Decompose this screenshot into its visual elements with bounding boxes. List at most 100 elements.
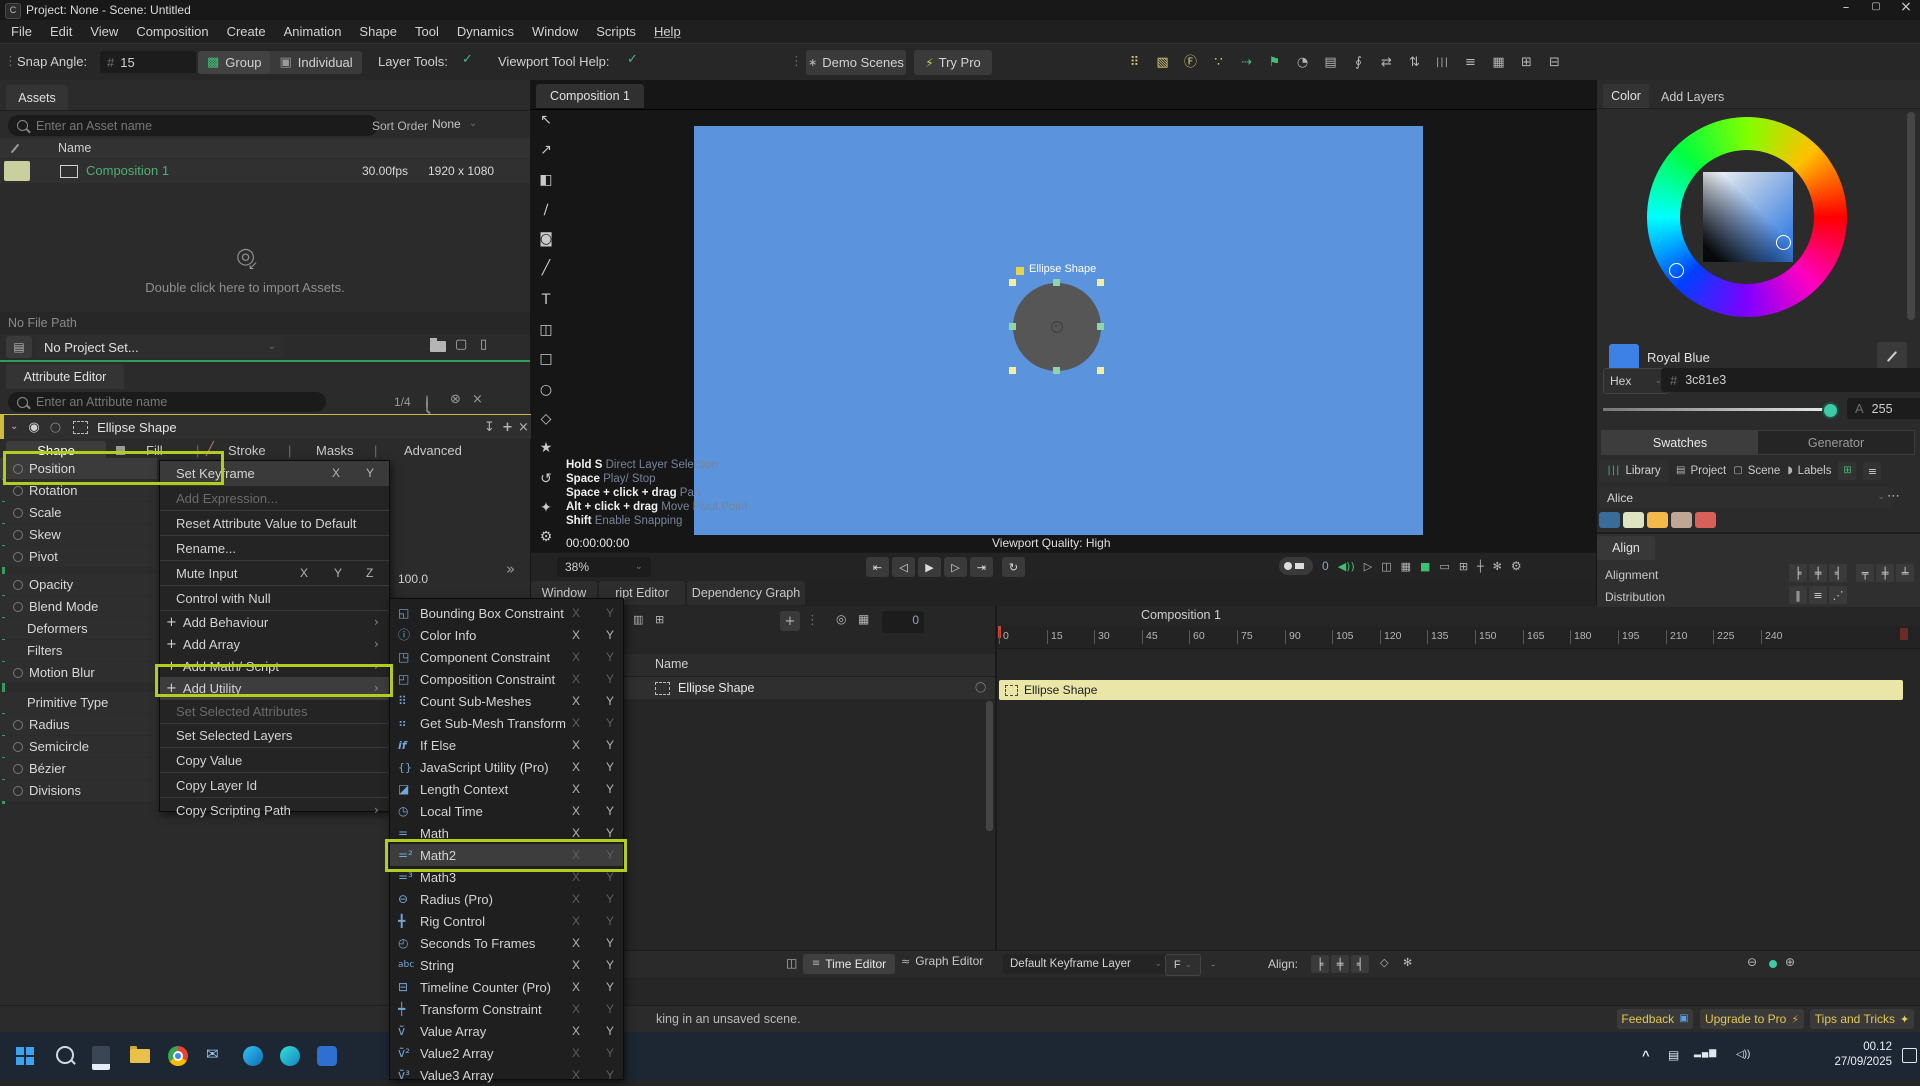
axis-x-button[interactable]: X <box>572 936 580 950</box>
menu-item-set-selected-attributes[interactable]: Set Selected Attributes <box>160 699 389 723</box>
axis-x-button[interactable]: X <box>572 848 580 862</box>
submenu-item-transform-constraint[interactable]: ┿Transform ConstraintXY <box>390 998 623 1020</box>
panel-drag-dots[interactable]: ⋮ <box>806 614 819 627</box>
feedback-button[interactable]: Feedback ▣ <box>1617 1009 1693 1029</box>
link-circle-icon[interactable]: ◯ <box>975 683 986 693</box>
solo-circle-icon[interactable]: ○ <box>50 421 61 434</box>
grid-overlay-icon[interactable]: ▦ <box>1401 561 1411 572</box>
zoom-dot-icon[interactable] <box>1769 960 1777 968</box>
menu-tool[interactable]: Tool <box>406 24 448 39</box>
menu-item-add-utility[interactable]: + Add Utility › <box>160 677 389 699</box>
axis-y-button[interactable]: Y <box>606 650 614 664</box>
axis-y-button[interactable]: Y <box>606 870 614 884</box>
tray-chevron-icon[interactable]: ^ <box>1642 1048 1650 1063</box>
monitor-icon[interactable]: ▭ <box>1439 561 1449 572</box>
pen-tool-icon[interactable]: ∕ <box>534 198 558 222</box>
eyedropper-icon[interactable] <box>11 144 20 154</box>
layer-header[interactable]: ⌄ ◉ ○ Ellipse Shape ↧ + × <box>0 414 534 439</box>
menu-item-rename[interactable]: Rename... <box>160 535 389 560</box>
axis-y-button[interactable]: Y <box>606 848 614 862</box>
tab-generator[interactable]: Generator <box>1758 431 1914 454</box>
align-right-button[interactable]: ╡ <box>1829 564 1847 582</box>
search-next-icon[interactable] <box>426 395 428 412</box>
menu-item-reset-attribute[interactable]: Reset Attribute Value to Default <box>160 510 389 535</box>
tab-attribute-editor[interactable]: Attribute Editor <box>6 364 124 389</box>
axis-y-button[interactable]: Y <box>606 738 614 752</box>
selection-handle-se[interactable] <box>1097 367 1104 374</box>
task-view-icon[interactable] <box>92 1046 110 1070</box>
axis-y-button[interactable]: Y <box>606 760 614 774</box>
palette-select[interactable]: Alice ⌄ <box>1599 487 1893 508</box>
keyframe-layer-select[interactable]: Default Keyframe Layer ⌄ <box>1003 954 1169 974</box>
tab-stroke[interactable]: Stroke <box>228 443 266 458</box>
menu-help[interactable]: Help <box>645 24 690 39</box>
group-button[interactable]: ▩ Group <box>198 51 270 74</box>
camera-tool-icon[interactable]: ◙ <box>534 227 558 251</box>
timeline-ruler[interactable]: 0 15 30 45 60 75 90 105 120 135 150 165 … <box>997 626 1920 649</box>
asset-search[interactable] <box>8 115 378 136</box>
menu-item-add-expression[interactable]: Add Expression... <box>160 485 389 510</box>
move-panel-icon[interactable]: + <box>502 421 513 434</box>
align-left-button[interactable]: ╞ <box>1789 564 1807 582</box>
tray-volume-icon[interactable]: ◁)) <box>1736 1049 1750 1060</box>
menu-item-copy-value[interactable]: Copy Value <box>160 747 389 772</box>
attr-row-deformers[interactable]: Deformers <box>0 618 157 639</box>
eyedropper-button[interactable] <box>1877 342 1907 370</box>
axis-x-button[interactable]: X <box>572 760 580 774</box>
attribute-search[interactable] <box>8 392 326 412</box>
flag-icon[interactable]: ⚑ <box>1262 50 1287 75</box>
file-explorer-icon[interactable] <box>130 1049 150 1063</box>
tab-fill[interactable]: Fill <box>146 443 163 458</box>
scatter-icon[interactable]: ∵ <box>1206 50 1231 75</box>
table-icon[interactable]: ⊞ <box>1514 50 1539 75</box>
camera-toggle[interactable] <box>1279 557 1313 575</box>
menu-file[interactable]: File <box>2 24 41 39</box>
axis-x-button[interactable]: X <box>572 650 580 664</box>
composition-name[interactable]: Composition 1 <box>86 163 169 178</box>
tab-composition-1[interactable]: Composition 1 <box>536 84 644 108</box>
alpha-field[interactable]: A 255 <box>1847 398 1920 419</box>
grid-icon[interactable]: ▦ <box>1486 50 1511 75</box>
align-horizontal-icon[interactable]: ⇄ <box>1374 50 1399 75</box>
axis-y-button[interactable]: Y <box>366 466 374 480</box>
axis-x-button[interactable]: X <box>572 1024 580 1038</box>
axis-y-button[interactable]: Y <box>606 826 614 840</box>
play-outline-icon[interactable]: ▷ <box>1364 561 1372 572</box>
menu-item-add-array[interactable]: + Add Array › <box>160 633 389 655</box>
individual-button[interactable]: ▣ Individual <box>270 51 361 74</box>
selection-handle-e[interactable] <box>1097 323 1104 330</box>
slice-tool-icon[interactable]: ◧ <box>534 168 558 192</box>
pivot-point-icon[interactable] <box>1051 321 1063 333</box>
opacity-value[interactable]: 100.0 <box>398 572 428 586</box>
align-top-button[interactable]: ╤ <box>1856 564 1874 582</box>
step-forward-button[interactable]: ▷ <box>944 557 967 577</box>
timeline-layer-bar[interactable]: Ellipse Shape <box>999 680 1903 700</box>
panel-divider[interactable] <box>995 606 997 976</box>
axis-x-button[interactable]: X <box>572 782 580 796</box>
selection-handle-ne[interactable] <box>1097 279 1104 286</box>
axis-x-button[interactable]: X <box>572 672 580 686</box>
mail-icon[interactable]: ✉ <box>206 1047 219 1062</box>
snowflake-icon[interactable]: ✻ <box>1403 957 1412 968</box>
submenu-item-component-constraint[interactable]: ◳Component ConstraintXY <box>390 646 623 668</box>
submenu-item-length-context[interactable]: ◪Length ContextXY <box>390 778 623 800</box>
menu-scripts[interactable]: Scripts <box>587 24 645 39</box>
go-to-start-button[interactable]: ⇤ <box>866 557 889 577</box>
hex-select[interactable]: Hex ⌄ <box>1603 368 1669 394</box>
axis-y-button[interactable]: Y <box>606 716 614 730</box>
align-bottom-button[interactable]: ╧ <box>1896 564 1914 582</box>
axis-x-button[interactable]: X <box>572 870 580 884</box>
project-icon-button[interactable]: ▤ <box>6 336 32 358</box>
open-folder-icon[interactable] <box>430 341 446 352</box>
axis-z-button[interactable]: Z <box>366 566 373 580</box>
sparkle-tool-icon[interactable]: ✦ <box>534 496 558 520</box>
cube-icon[interactable]: ▧ <box>1150 50 1175 75</box>
arc-icon[interactable]: ◔ <box>1290 50 1315 75</box>
selection-handle-s[interactable] <box>1053 367 1060 374</box>
selection-handle-sw[interactable] <box>1009 367 1016 374</box>
axis-x-button[interactable]: X <box>572 606 580 620</box>
attr-row-motion-blur[interactable]: Motion Blur <box>0 662 157 683</box>
menu-create[interactable]: Create <box>218 24 275 39</box>
target-icon[interactable]: ◎ <box>836 613 846 625</box>
canvas-layer-label[interactable]: Ellipse Shape <box>1029 263 1096 275</box>
